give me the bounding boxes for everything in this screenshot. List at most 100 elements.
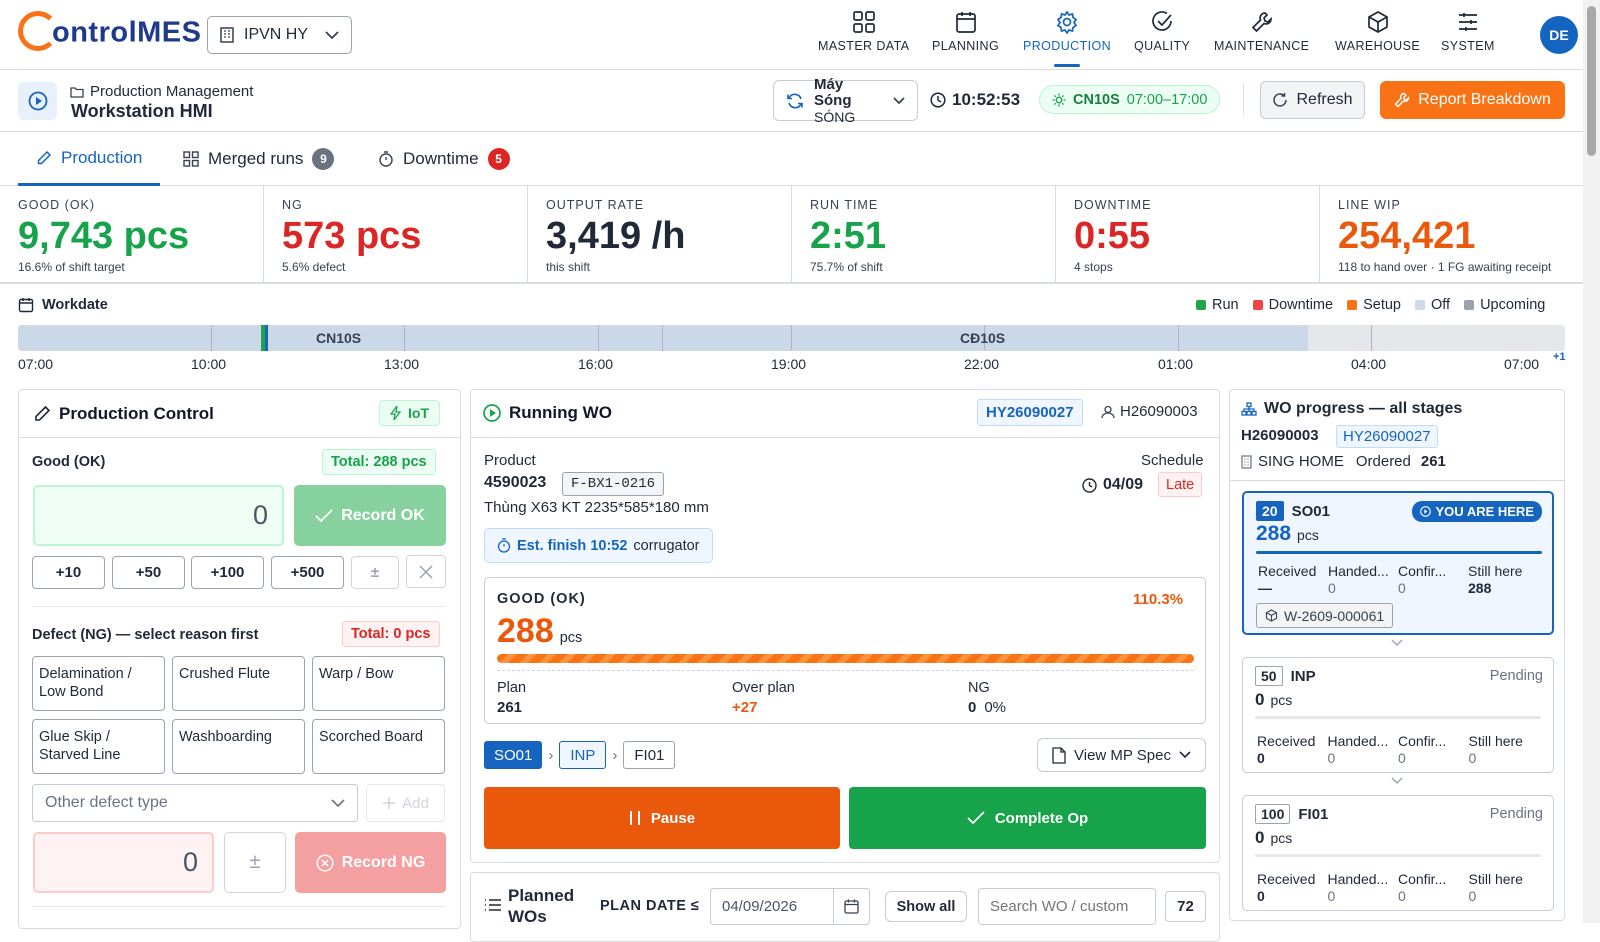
check-icon	[967, 811, 985, 825]
over-plan-label: Over plan	[732, 680, 795, 696]
search-wo-input[interactable]	[978, 888, 1156, 925]
nav-planning[interactable]: PLANNING	[932, 10, 999, 53]
kpi-downtime: DOWNTIME 0:55 4 stops	[1056, 186, 1320, 282]
defect-glue-skip-button[interactable]: Glue Skip / Starved Line	[32, 719, 165, 774]
stage-card[interactable]: 50 INP Pending 0 pcs Received Handed... …	[1242, 657, 1554, 773]
x-circle-icon	[316, 853, 334, 872]
still-here-value: 0	[1468, 888, 1477, 904]
route-step[interactable]: FI01	[623, 741, 676, 769]
stage-card[interactable]: 100 FI01 Pending 0 pcs Received Handed..…	[1242, 795, 1554, 911]
legend-label: Off	[1430, 297, 1451, 313]
still-here-value: 288	[1468, 580, 1492, 596]
machine-selector[interactable]: Máy Sóng SÓNG	[773, 76, 918, 125]
complete-op-button[interactable]: Complete Op	[849, 787, 1206, 849]
view-mp-spec-button[interactable]: View MP Spec	[1037, 738, 1206, 772]
stage-progress-bar	[1256, 551, 1542, 554]
progress-code: H26090003	[1241, 427, 1319, 444]
quick-add-50-button[interactable]: +50	[112, 556, 185, 589]
kpi-run-time: RUN TIME 2:51 75.7% of shift	[792, 186, 1056, 282]
shift-timeline-bar[interactable]: CN10S CĐ10S	[18, 325, 1565, 351]
list-icon	[484, 898, 502, 912]
lot-chip[interactable]: W-2609-000061	[1256, 603, 1394, 628]
page-scrollbar[interactable]	[1583, 0, 1600, 923]
stage-progress-bar	[1255, 854, 1541, 857]
plant-selector[interactable]: IPVN HY	[207, 16, 352, 54]
quick-add-10-button[interactable]: +10	[32, 556, 105, 589]
scrollbar-thumb[interactable]	[1587, 6, 1596, 156]
good-qty-input[interactable]: 0	[33, 485, 284, 546]
timeline-tick: 19:00	[771, 356, 807, 372]
tab-label: Downtime	[403, 149, 479, 168]
shift-clock: 10:52:53	[930, 90, 1020, 110]
handed-value: 0	[1328, 580, 1336, 596]
defect-crushed-flute-button[interactable]: Crushed Flute	[172, 656, 305, 711]
breadcrumb[interactable]: Production Management	[70, 83, 253, 100]
col-label: Received	[1257, 871, 1316, 887]
ng-qty-input[interactable]: 0	[33, 832, 214, 893]
nav-quality[interactable]: QUALITY	[1134, 10, 1190, 53]
hour-gridline	[1178, 325, 1179, 351]
nav-maintenance[interactable]: MAINTENANCE	[1214, 10, 1309, 53]
plan-date-input[interactable]: 04/09/2026	[710, 888, 870, 925]
stage-header: 50 INP	[1255, 666, 1316, 686]
next-day-marker: +1	[1553, 351, 1566, 363]
refresh-button[interactable]: Refresh	[1260, 81, 1365, 119]
stage-columns-values: — 0 0 288	[1258, 580, 1538, 596]
good-card-number: 288	[497, 612, 554, 650]
route-step-next[interactable]: INP	[559, 741, 607, 769]
timeline-tick: 16:00	[578, 356, 614, 372]
stage-header: 20 SO01	[1256, 501, 1330, 521]
clear-button[interactable]	[406, 555, 446, 588]
quick-add-500-button[interactable]: +500	[271, 556, 344, 589]
pause-button[interactable]: Pause	[484, 787, 840, 849]
defect-delamination-button[interactable]: Delamination / Low Bond	[32, 656, 165, 711]
record-ok-button[interactable]: Record OK	[294, 485, 446, 546]
report-breakdown-button[interactable]: Report Breakdown	[1380, 81, 1565, 119]
received-value: —	[1258, 580, 1272, 596]
record-ng-label: Record NG	[341, 853, 426, 871]
add-defect-button[interactable]: Add	[366, 784, 445, 822]
record-ng-button[interactable]: Record NG	[295, 832, 446, 893]
kpi-label: GOOD (OK)	[18, 198, 96, 212]
nav-production[interactable]: PRODUCTION	[1023, 10, 1111, 53]
refresh-cycle-icon	[786, 92, 804, 110]
route-step-current[interactable]: SO01	[484, 741, 543, 769]
nav-system[interactable]: SYSTEM	[1441, 10, 1495, 53]
box-icon	[1366, 10, 1390, 39]
good-sign-toggle[interactable]: ±	[351, 556, 399, 589]
nav-warehouse[interactable]: WAREHOUSE	[1335, 10, 1420, 53]
tab-merged-runs[interactable]: Merged runs 9	[183, 132, 335, 186]
confirmed-value: 0	[1398, 888, 1406, 904]
calendar-icon[interactable]	[833, 889, 869, 924]
nav-master-data[interactable]: MASTER DATA	[818, 10, 909, 53]
tab-production[interactable]: Production	[18, 132, 161, 186]
panel-title-row: Production Control	[33, 404, 214, 424]
stage-columns-labels: Received Handed... Confir... Still here	[1257, 733, 1539, 749]
defect-scorched-board-button[interactable]: Scorched Board	[312, 719, 445, 774]
other-defect-placeholder: Other defect type	[45, 794, 168, 811]
app-logo[interactable]: ontrolMES	[18, 11, 202, 54]
defect-warp-bow-button[interactable]: Warp / Bow	[312, 656, 445, 711]
shift-label: CN10S	[316, 330, 362, 346]
other-defect-select[interactable]: Other defect type	[32, 784, 358, 822]
ng-sign-toggle[interactable]: ±	[224, 832, 286, 893]
stopwatch-icon	[497, 538, 511, 553]
progress-wo-badge[interactable]: HY26090027	[1336, 425, 1438, 448]
quick-add-100-button[interactable]: +100	[191, 556, 264, 589]
folder-icon	[70, 86, 84, 98]
machine-type: SÓNG	[814, 108, 856, 125]
wo-number-badge[interactable]: HY26090027	[977, 399, 1083, 426]
defect-washboarding-button[interactable]: Washboarding	[172, 719, 305, 774]
show-all-button[interactable]: Show all	[885, 891, 967, 922]
stage-card-current[interactable]: 20 SO01 YOU ARE HERE 288 pcs Received Ha…	[1242, 491, 1554, 635]
user-avatar[interactable]: DE	[1540, 16, 1578, 54]
tab-downtime[interactable]: Downtime 5	[378, 132, 510, 186]
received-value: 0	[1257, 750, 1265, 766]
play-icon	[1419, 506, 1431, 517]
iot-badge[interactable]: IoT	[379, 400, 440, 426]
building-icon	[1241, 454, 1252, 469]
good-total-badge: Total: 288 pcs	[322, 449, 436, 475]
play-circle-icon	[18, 82, 57, 120]
search-wo-field[interactable]	[979, 889, 1155, 924]
shift-code: CN10S	[1073, 91, 1120, 108]
